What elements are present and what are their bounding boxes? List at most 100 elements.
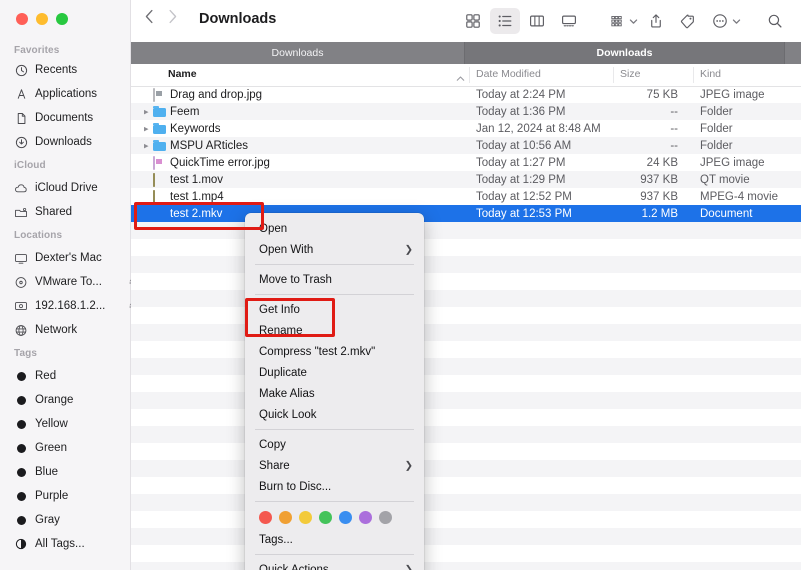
sidebar-item-tag-orange[interactable]: Orange bbox=[0, 389, 145, 411]
sidebar-item-tag-red[interactable]: Red bbox=[0, 365, 145, 387]
file-name: Drag and drop.jpg bbox=[170, 88, 263, 101]
menu-item-share[interactable]: Share ❯ bbox=[245, 455, 424, 476]
table-row[interactable]: ▸ Feem Today at 1:36 PM -- Folder bbox=[131, 103, 801, 120]
table-row[interactable]: test 1.mp4 Today at 12:52 PM 937 KB MPEG… bbox=[131, 188, 801, 205]
menu-item-open[interactable]: Open bbox=[245, 218, 424, 239]
sidebar-item-all-tags[interactable]: All Tags... bbox=[0, 533, 145, 555]
column-view-button[interactable] bbox=[522, 8, 552, 34]
search-button[interactable] bbox=[760, 8, 790, 34]
tag-swatch-gray[interactable] bbox=[379, 511, 392, 524]
menu-item-quick-look[interactable]: Quick Look bbox=[245, 404, 424, 425]
column-header-date-modified[interactable]: Date Modified bbox=[476, 68, 541, 80]
sidebar-item-label: Shared bbox=[35, 206, 73, 218]
more-actions-chevron-down-icon[interactable] bbox=[732, 17, 741, 26]
menu-item-make-alias[interactable]: Make Alias bbox=[245, 383, 424, 404]
sidebar-item-documents[interactable]: Documents bbox=[0, 107, 145, 129]
sidebar-item-tag-purple[interactable]: Purple bbox=[0, 485, 145, 507]
sidebar-item-tag-blue[interactable]: Blue bbox=[0, 461, 145, 483]
group-by-button[interactable] bbox=[602, 8, 632, 34]
table-row[interactable]: test 1.mov Today at 1:29 PM 937 KB QT mo… bbox=[131, 171, 801, 188]
menu-item-tags[interactable]: Tags... bbox=[245, 529, 424, 550]
display-icon bbox=[14, 251, 28, 265]
file-size: 24 KB bbox=[646, 156, 678, 169]
menu-item-compress[interactable]: Compress "test 2.mkv" bbox=[245, 341, 424, 362]
sidebar-item-icloud-drive[interactable]: iCloud Drive bbox=[0, 177, 145, 199]
forward-button[interactable] bbox=[168, 9, 177, 29]
tag-button[interactable] bbox=[673, 8, 703, 34]
sidebar-item-downloads[interactable]: Downloads bbox=[0, 131, 145, 153]
cloud-icon bbox=[14, 181, 28, 195]
download-circle-icon bbox=[14, 135, 28, 149]
tab-downloads-1[interactable]: Downloads bbox=[131, 42, 465, 64]
tab-downloads-2[interactable]: Downloads bbox=[465, 42, 785, 64]
tag-swatch-red[interactable] bbox=[259, 511, 272, 524]
sidebar-item-label: Applications bbox=[35, 88, 98, 100]
close-button[interactable] bbox=[16, 13, 28, 25]
tag-swatch-purple[interactable] bbox=[359, 511, 372, 524]
table-row[interactable]: QuickTime error.jpg Today at 1:27 PM 24 … bbox=[131, 154, 801, 171]
ellipsis-circle-icon bbox=[713, 14, 727, 28]
column-header-size[interactable]: Size bbox=[620, 68, 640, 80]
sidebar-item-vmware-tools[interactable]: VMware To... bbox=[0, 271, 145, 293]
sidebar-item-network-share[interactable]: 192.168.1.2... bbox=[0, 295, 145, 317]
file-date: Today at 1:27 PM bbox=[476, 156, 566, 169]
sidebar-item-recents[interactable]: Recents bbox=[0, 59, 145, 81]
file-name: test 2.mkv bbox=[170, 207, 223, 220]
tag-dot-icon bbox=[14, 393, 28, 407]
zoom-button[interactable] bbox=[56, 13, 68, 25]
sidebar-item-network[interactable]: Network bbox=[0, 319, 145, 341]
menu-item-label: Tags... bbox=[259, 533, 293, 546]
column-header-name[interactable]: Name bbox=[168, 68, 197, 80]
sidebar-item-dexters-mac[interactable]: Dexter's Mac bbox=[0, 247, 145, 269]
table-row-selected[interactable]: test 2.mkv Today at 12:53 PM 1.2 MB Docu… bbox=[131, 205, 801, 222]
tag-swatch-green[interactable] bbox=[319, 511, 332, 524]
menu-item-move-to-trash[interactable]: Move to Trash bbox=[245, 269, 424, 290]
list-view-button[interactable] bbox=[490, 8, 520, 34]
table-row[interactable]: ▸ Keywords Jan 12, 2024 at 8:48 AM -- Fo… bbox=[131, 120, 801, 137]
tag-swatch-blue[interactable] bbox=[339, 511, 352, 524]
menu-item-burn-to-disc[interactable]: Burn to Disc... bbox=[245, 476, 424, 497]
empty-row bbox=[131, 358, 801, 375]
disclosure-chevron-right-icon[interactable]: ▸ bbox=[144, 141, 149, 150]
menu-item-rename[interactable]: Rename bbox=[245, 320, 424, 341]
back-button[interactable] bbox=[145, 9, 154, 29]
table-row[interactable]: ▸ MSPU ARticles Today at 10:56 AM -- Fol… bbox=[131, 137, 801, 154]
sidebar-item-applications[interactable]: Applications bbox=[0, 83, 145, 105]
menu-separator bbox=[255, 429, 414, 430]
sidebar-item-tag-green[interactable]: Green bbox=[0, 437, 145, 459]
column-header-kind[interactable]: Kind bbox=[700, 68, 721, 80]
empty-row bbox=[131, 256, 801, 273]
group-by-chevron-down-icon[interactable] bbox=[629, 17, 638, 26]
more-actions-button[interactable] bbox=[705, 8, 735, 34]
menu-item-duplicate[interactable]: Duplicate bbox=[245, 362, 424, 383]
tag-dot-icon bbox=[14, 441, 28, 455]
sidebar-item-tag-gray[interactable]: Gray bbox=[0, 509, 145, 531]
folder-icon bbox=[153, 105, 166, 118]
sidebar-item-label: All Tags... bbox=[35, 538, 85, 550]
share-button[interactable] bbox=[641, 8, 671, 34]
menu-item-quick-actions[interactable]: Quick Actions ❯ bbox=[245, 559, 424, 570]
icon-view-button[interactable] bbox=[458, 8, 488, 34]
gallery-view-button[interactable] bbox=[554, 8, 584, 34]
disclosure-chevron-right-icon[interactable]: ▸ bbox=[144, 124, 149, 133]
menu-item-open-with[interactable]: Open With ❯ bbox=[245, 239, 424, 260]
disclosure-chevron-right-icon[interactable]: ▸ bbox=[144, 107, 149, 116]
minimize-button[interactable] bbox=[36, 13, 48, 25]
menu-item-label: Move to Trash bbox=[259, 273, 332, 286]
tag-swatch-yellow[interactable] bbox=[299, 511, 312, 524]
empty-row bbox=[131, 324, 801, 341]
file-kind: JPEG image bbox=[700, 88, 765, 101]
file-date: Today at 2:24 PM bbox=[476, 88, 566, 101]
applications-icon bbox=[14, 87, 28, 101]
file-kind: Folder bbox=[700, 139, 733, 152]
column-divider bbox=[469, 67, 470, 83]
menu-item-get-info[interactable]: Get Info bbox=[245, 299, 424, 320]
table-row[interactable]: Drag and drop.jpg Today at 2:24 PM 75 KB… bbox=[131, 86, 801, 103]
tag-swatch-orange[interactable] bbox=[279, 511, 292, 524]
file-list: Drag and drop.jpg Today at 2:24 PM 75 KB… bbox=[131, 86, 801, 570]
sidebar-item-tag-yellow[interactable]: Yellow bbox=[0, 413, 145, 435]
sidebar-item-shared[interactable]: Shared bbox=[0, 201, 145, 223]
menu-item-copy[interactable]: Copy bbox=[245, 434, 424, 455]
sidebar-item-label: Blue bbox=[35, 466, 59, 478]
file-size: -- bbox=[670, 105, 678, 118]
